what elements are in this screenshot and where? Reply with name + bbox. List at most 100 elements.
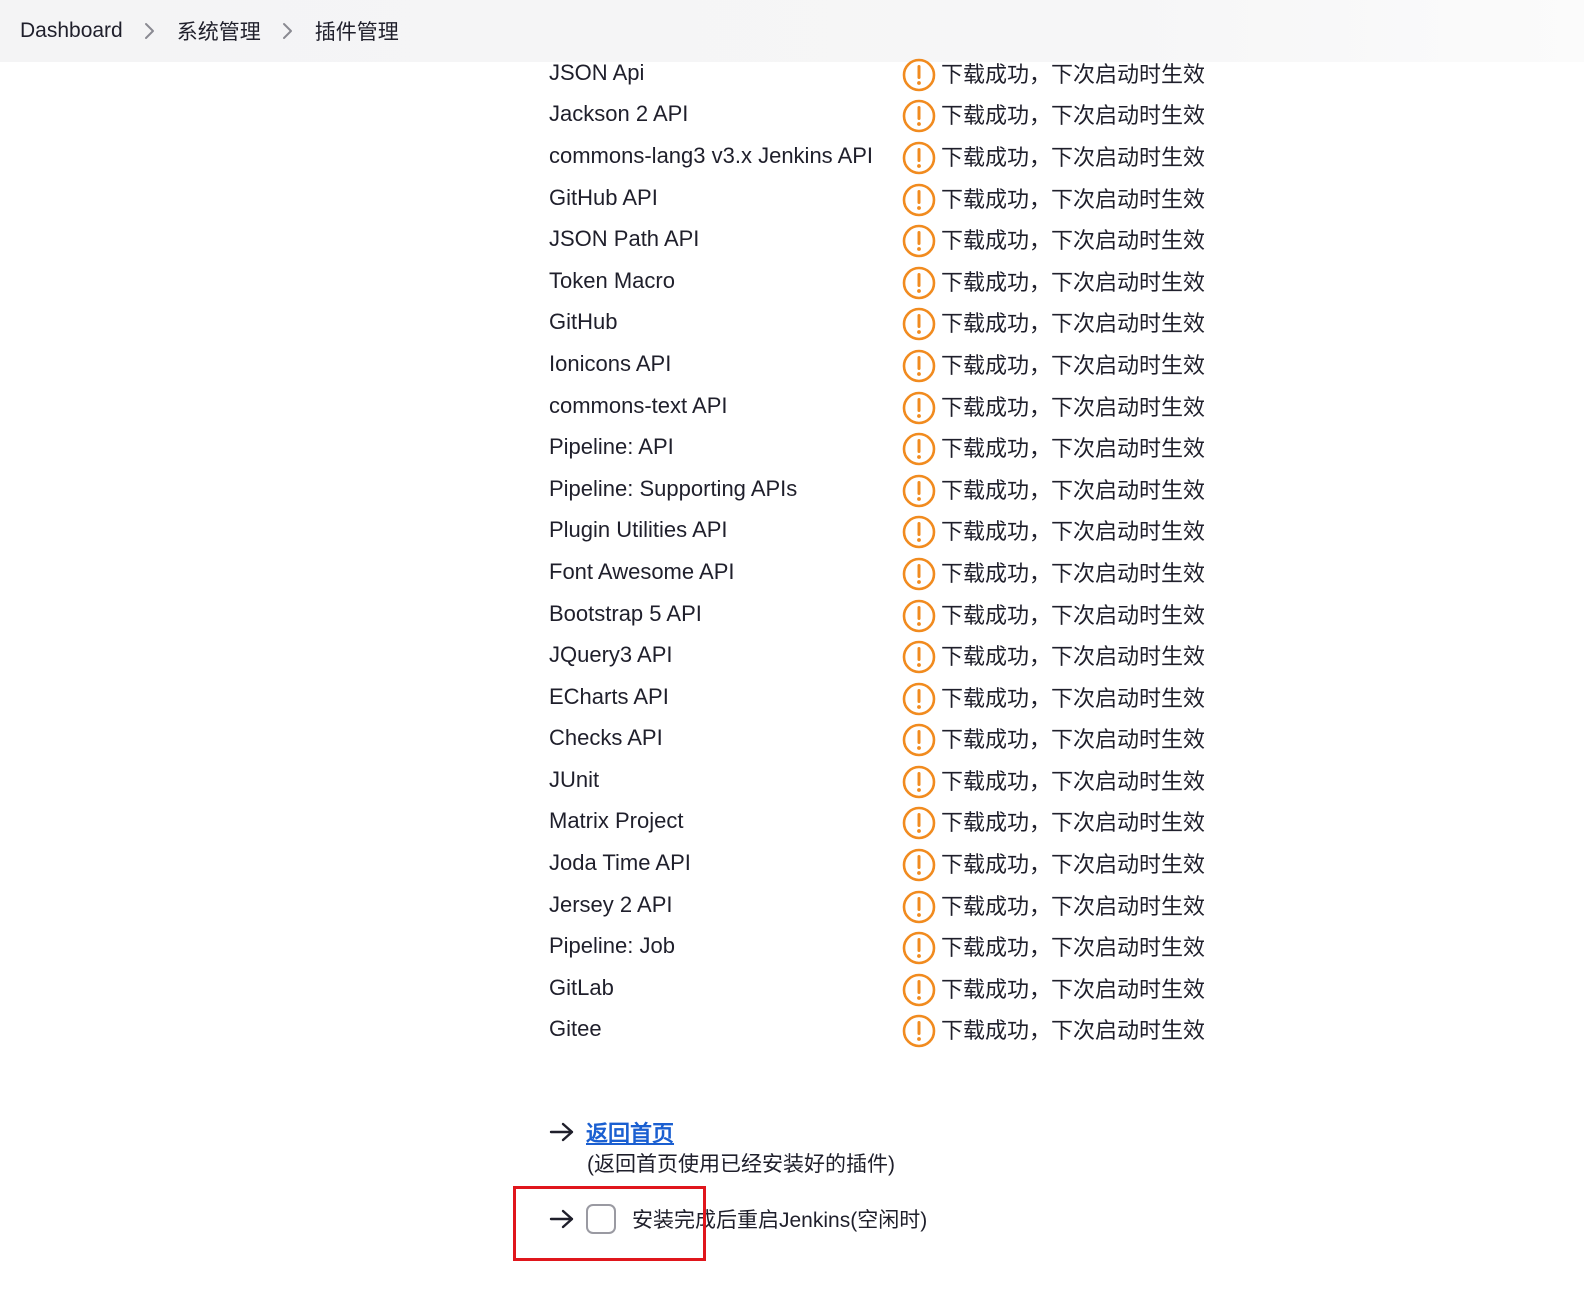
breadcrumb-system-management[interactable]: 系统管理 (177, 16, 261, 46)
install-status: 下载成功，下次启动时生效 (901, 635, 1205, 675)
plugin-name: Token Macro (549, 267, 675, 293)
plugin-name: Bootstrap 5 API (549, 600, 702, 626)
status-text: 下载成功，下次启动时生效 (941, 727, 1206, 753)
status-text: 下载成功，下次启动时生效 (941, 394, 1206, 420)
chevron-right-icon (261, 19, 315, 43)
status-text: 下载成功，下次启动时生效 (941, 186, 1206, 212)
plugin-row: JSON Api 下载成功，下次启动时生效 (549, 52, 1249, 94)
plugin-name: JQuery3 API (549, 642, 673, 668)
breadcrumb-plugin-management[interactable]: 插件管理 (315, 16, 399, 46)
status-text: 下载成功，下次启动时生效 (941, 644, 1206, 670)
plugin-name: GitHub API (549, 184, 658, 210)
warning-circle-icon (901, 1013, 937, 1049)
install-status: 下载成功，下次启动时生效 (901, 302, 1205, 342)
install-status: 下载成功，下次启动时生效 (901, 885, 1205, 925)
status-text: 下载成功，下次启动时生效 (941, 477, 1206, 503)
warning-circle-icon (901, 722, 937, 758)
install-status: 下载成功，下次启动时生效 (901, 94, 1205, 134)
status-text: 下载成功，下次启动时生效 (941, 560, 1206, 586)
status-text: 下载成功，下次启动时生效 (941, 269, 1206, 295)
install-status: 下载成功，下次启动时生效 (901, 1009, 1205, 1049)
plugin-row: ECharts API 下载成功，下次启动时生效 (549, 676, 1249, 718)
plugin-row: Token Macro 下载成功，下次启动时生效 (549, 260, 1249, 302)
warning-circle-icon (901, 390, 937, 426)
arrow-right-icon (549, 1206, 575, 1232)
plugin-row: Ionicons API 下载成功，下次启动时生效 (549, 343, 1249, 385)
install-status: 下载成功，下次启动时生效 (901, 427, 1205, 467)
warning-circle-icon (901, 473, 937, 509)
status-text: 下载成功，下次启动时生效 (941, 228, 1206, 254)
status-text: 下载成功，下次启动时生效 (941, 311, 1206, 337)
warning-circle-icon (901, 182, 937, 218)
plugin-name: Jackson 2 API (549, 101, 689, 127)
install-status: 下载成功，下次启动时生效 (901, 261, 1205, 301)
plugin-name: JSON Api (549, 59, 645, 85)
restart-checkbox-label[interactable]: 安装完成后重启Jenkins(空闲时) (632, 1204, 927, 1234)
status-text: 下载成功，下次启动时生效 (941, 935, 1206, 961)
install-status: 下载成功，下次启动时生效 (901, 718, 1205, 758)
plugin-row: GitHub API 下载成功，下次启动时生效 (549, 177, 1249, 219)
go-home-link[interactable]: 返回首页 (586, 1116, 674, 1148)
plugin-name: Checks API (549, 725, 663, 751)
install-status: 下载成功，下次启动时生效 (901, 136, 1205, 176)
plugin-name: Font Awesome API (549, 558, 735, 584)
status-text: 下载成功，下次启动时生效 (941, 436, 1206, 462)
plugin-name: Gitee (549, 1016, 602, 1042)
install-status: 下载成功，下次启动时生效 (901, 801, 1205, 841)
status-text: 下载成功，下次启动时生效 (941, 685, 1206, 711)
warning-circle-icon (901, 930, 937, 966)
plugin-row: commons-text API 下载成功，下次启动时生效 (549, 385, 1249, 427)
install-status: 下载成功，下次启动时生效 (901, 968, 1205, 1008)
plugin-name: GitLab (549, 974, 614, 1000)
install-status: 下载成功，下次启动时生效 (901, 552, 1205, 592)
plugin-row: commons-lang3 v3.x Jenkins API 下载成功，下次启动时… (549, 135, 1249, 177)
go-home-description: (返回首页使用已经安装好的插件) (587, 1153, 895, 1176)
restart-checkbox[interactable] (586, 1204, 616, 1234)
plugin-name: JUnit (549, 766, 600, 792)
breadcrumb-dashboard[interactable]: Dashboard (20, 19, 123, 43)
install-status: 下载成功，下次启动时生效 (901, 594, 1205, 634)
plugin-row: Font Awesome API 下载成功，下次启动时生效 (549, 551, 1249, 593)
plugin-row: JUnit 下载成功，下次启动时生效 (549, 759, 1249, 801)
plugin-name: Pipeline: Job (549, 933, 675, 959)
install-status: 下载成功，下次启动时生效 (901, 386, 1205, 426)
plugin-name: Ionicons API (549, 350, 672, 376)
warning-circle-icon (901, 57, 937, 93)
warning-circle-icon (901, 348, 937, 384)
warning-circle-icon (901, 681, 937, 717)
post-install-actions: 返回首页 (返回首页使用已经安装好的插件) 安装完成后重启Jenkins(空闲时… (549, 1115, 1149, 1239)
warning-circle-icon (901, 556, 937, 592)
warning-circle-icon (901, 639, 937, 675)
install-status: 下载成功，下次启动时生效 (901, 510, 1205, 550)
plugin-name: JSON Path API (549, 226, 700, 252)
plugin-row: Pipeline: Supporting APIs 下载成功，下次启动时生效 (549, 468, 1249, 510)
status-text: 下载成功，下次启动时生效 (941, 810, 1206, 836)
plugin-name: commons-text API (549, 392, 728, 418)
install-status: 下载成功，下次启动时生效 (901, 843, 1205, 883)
status-text: 下载成功，下次启动时生效 (941, 893, 1206, 919)
warning-circle-icon (901, 98, 937, 134)
plugin-install-list: JSON Api 下载成功，下次启动时生效 Jackson 2 API 下载成功，下次… (549, 52, 1249, 1050)
plugin-row: Jackson 2 API 下载成功，下次启动时生效 (549, 94, 1249, 136)
plugin-name: Pipeline: Supporting APIs (549, 475, 798, 501)
warning-circle-icon (901, 847, 937, 883)
warning-circle-icon (901, 889, 937, 925)
plugin-row: Pipeline: Job 下载成功，下次启动时生效 (549, 925, 1249, 967)
status-text: 下载成功，下次启动时生效 (941, 144, 1206, 170)
plugin-row: Plugin Utilities API 下载成功，下次启动时生效 (549, 510, 1249, 552)
status-text: 下载成功，下次启动时生效 (941, 352, 1206, 378)
warning-circle-icon (901, 223, 937, 259)
warning-circle-icon (901, 764, 937, 800)
plugin-name: Jersey 2 API (549, 891, 673, 917)
status-text: 下载成功，下次启动时生效 (941, 519, 1206, 545)
restart-row: 安装完成后重启Jenkins(空闲时) (549, 1199, 1149, 1239)
go-home-row: 返回首页 (549, 1115, 1149, 1149)
install-status: 下载成功，下次启动时生效 (901, 469, 1205, 509)
warning-circle-icon (901, 431, 937, 467)
plugin-name: Matrix Project (549, 808, 684, 834)
plugin-row: Jersey 2 API 下载成功，下次启动时生效 (549, 884, 1249, 926)
plugin-row: GitLab 下载成功，下次启动时生效 (549, 967, 1249, 1009)
chevron-right-icon (123, 19, 177, 43)
plugin-row: Bootstrap 5 API 下载成功，下次启动时生效 (549, 593, 1249, 635)
status-text: 下载成功，下次启动时生效 (941, 1018, 1206, 1044)
